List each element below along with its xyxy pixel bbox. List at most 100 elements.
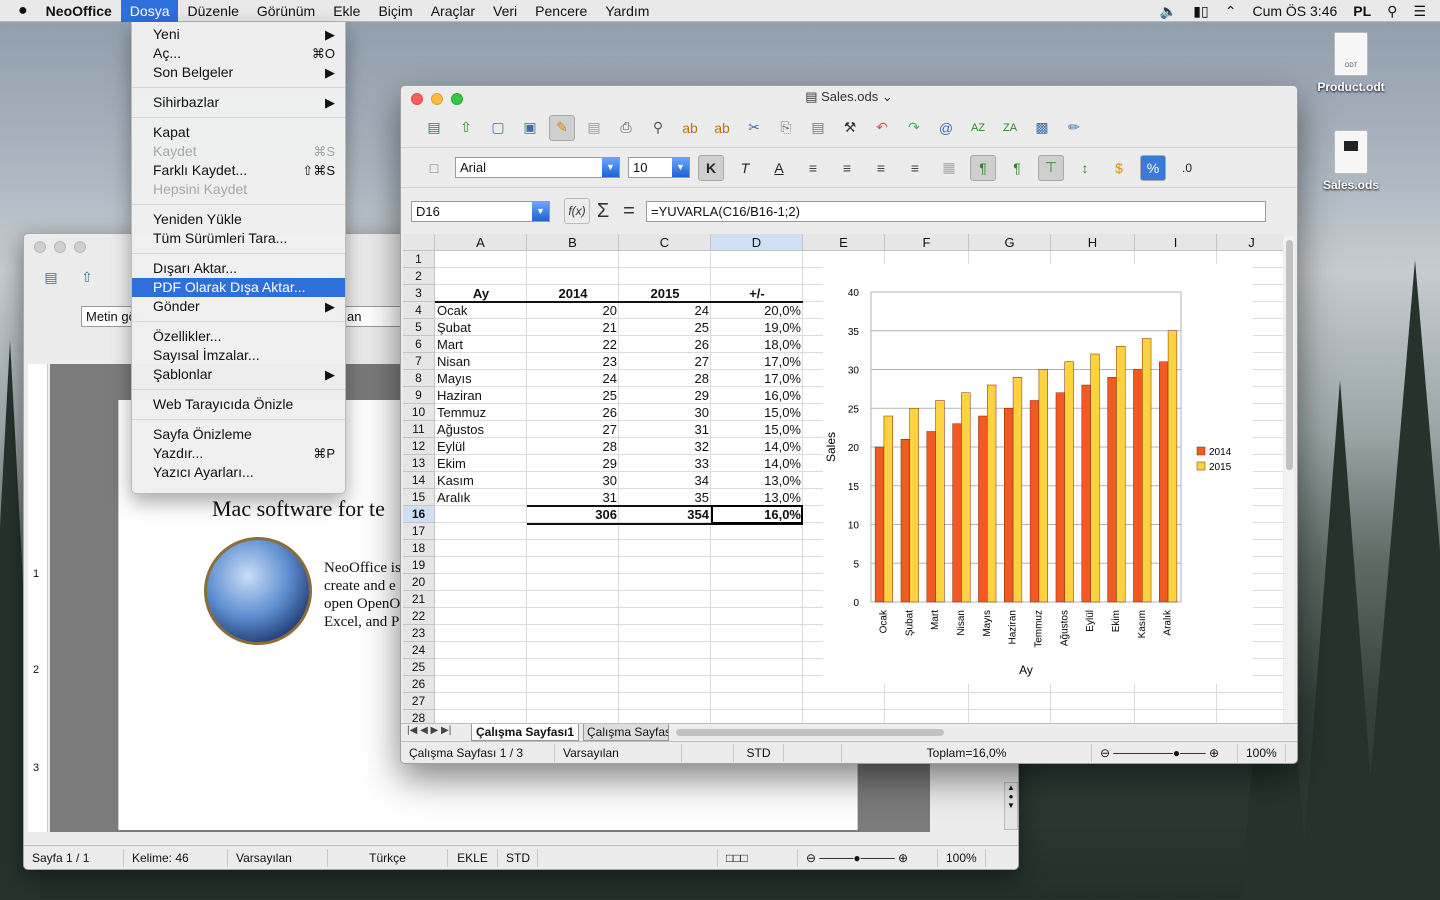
row-header-10[interactable]: 10 (403, 404, 435, 421)
row-header-21[interactable]: 21 (403, 591, 435, 608)
column-header-D[interactable]: D (711, 234, 803, 251)
spotlight-search-icon[interactable]: ⚲ (1379, 0, 1405, 22)
draw-functions-icon[interactable]: ✏ (1061, 115, 1087, 141)
row-header-15[interactable]: 15 (403, 489, 435, 506)
export-pdf-icon[interactable]: ▤ (581, 115, 607, 141)
table-cell[interactable]: 27 (619, 353, 711, 370)
table-cell[interactable]: 30 (619, 404, 711, 421)
tab-sheet-1[interactable]: Çalışma Sayfası1 (471, 724, 580, 741)
table-cell[interactable]: 18,0% (711, 336, 803, 353)
column-header-C[interactable]: C (619, 234, 711, 251)
table-cell[interactable]: Eylül (435, 438, 527, 455)
menu-item-yazıcı-ayarları[interactable]: Yazıcı Ayarları... (132, 463, 345, 482)
insert-chart-icon[interactable]: ▩ (1029, 115, 1055, 141)
currency-format-icon[interactable]: $ (1106, 155, 1132, 181)
zoom-slider[interactable]: ⊖ ────●──── ⊕ (798, 848, 938, 867)
column-header-I[interactable]: I (1135, 234, 1217, 251)
sort-ascending-icon[interactable]: AZ (965, 115, 991, 141)
table-cell[interactable]: 20 (527, 302, 619, 319)
table-cell[interactable]: 25 (619, 319, 711, 336)
column-header-H[interactable]: H (1051, 234, 1135, 251)
input-source[interactable]: PL (1345, 0, 1379, 22)
save-icon[interactable]: ▢ (485, 115, 511, 141)
table-cell[interactable]: Ocak (435, 302, 527, 319)
table-cell[interactable]: 19,0% (711, 319, 803, 336)
menu-item-sayfa-önizleme[interactable]: Sayfa Önizleme (132, 425, 345, 444)
row-header-27[interactable]: 27 (403, 693, 435, 710)
table-cell[interactable]: 24 (527, 370, 619, 387)
edit-mode-icon[interactable]: ✎ (549, 114, 575, 141)
row-header-22[interactable]: 22 (403, 608, 435, 625)
font-size-box[interactable]: 10 ▼ (628, 157, 690, 178)
table-cell[interactable]: 31 (619, 421, 711, 438)
italic-icon[interactable]: T (732, 155, 758, 181)
function-icon[interactable]: = (616, 198, 642, 224)
volume-icon[interactable]: 🔈 (1152, 0, 1185, 22)
row-header-20[interactable]: 20 (403, 574, 435, 591)
app-menu[interactable]: NeoOffice (37, 0, 121, 22)
table-cell[interactable]: 28 (527, 438, 619, 455)
menu-item-gönder[interactable]: Gönder ▶ (132, 297, 345, 316)
paste-icon[interactable]: ▤ (805, 115, 831, 141)
open-icon[interactable]: ⇧ (74, 264, 100, 290)
close-button[interactable] (411, 93, 423, 105)
left-to-right-icon[interactable]: ¶ (970, 154, 996, 181)
menu-item-kapat[interactable]: Kapat (132, 123, 345, 142)
table-cell[interactable]: 34 (619, 472, 711, 489)
column-header-J[interactable]: J (1217, 234, 1283, 251)
styles-icon[interactable]: □ (421, 155, 447, 181)
copy-icon[interactable]: ⎘ (773, 115, 799, 141)
tab-sheet-2[interactable]: Çalışma Sayfası2 (583, 724, 669, 741)
autospell-icon[interactable]: ab (709, 115, 735, 141)
column-header-E[interactable]: E (803, 234, 885, 251)
notification-center-icon[interactable]: ☰ (1405, 0, 1440, 22)
table-cell[interactable]: 14,0% (711, 455, 803, 472)
table-cell[interactable]: Aralık (435, 489, 527, 506)
row-header-23[interactable]: 23 (403, 625, 435, 642)
table-cell[interactable]: 354 (619, 506, 711, 523)
vertical-scrollbar[interactable] (1284, 236, 1294, 726)
menu-item-özellikler[interactable]: Özellikler... (132, 327, 345, 346)
table-cell[interactable]: 2014 (527, 285, 619, 302)
table-cell[interactable]: 306 (527, 506, 619, 523)
menu-item-yazdır[interactable]: Yazdır... ⌘P (132, 444, 345, 463)
zoom-level[interactable]: 100% (1238, 743, 1286, 762)
clock[interactable]: Cum ÖS 3:46 (1244, 0, 1345, 22)
column-header-G[interactable]: G (969, 234, 1051, 251)
battery-icon[interactable]: ▮▯ (1185, 0, 1216, 22)
menu-item-yeni[interactable]: Yeni ▶ (132, 25, 345, 44)
tab-nav-icons[interactable]: |◀ ◀ ▶ ▶| (407, 725, 451, 736)
menu-bicim[interactable]: Biçim (369, 0, 421, 22)
active-cell-cursor[interactable] (711, 505, 803, 524)
table-cell[interactable]: Temmuz (435, 404, 527, 421)
row-header-11[interactable]: 11 (403, 421, 435, 438)
row-header-7[interactable]: 7 (403, 353, 435, 370)
table-cell[interactable]: 15,0% (711, 421, 803, 438)
row-header-14[interactable]: 14 (403, 472, 435, 489)
menu-item-pdf-olarak-dışa-aktar[interactable]: PDF Olarak Dışa Aktar... (132, 278, 345, 297)
table-cell[interactable]: 23 (527, 353, 619, 370)
row-header-13[interactable]: 13 (403, 455, 435, 472)
row-header-19[interactable]: 19 (403, 557, 435, 574)
row-header-9[interactable]: 9 (403, 387, 435, 404)
column-header-B[interactable]: B (527, 234, 619, 251)
spellcheck-icon[interactable]: ab (677, 115, 703, 141)
page-preview-icon[interactable]: ⚲ (645, 115, 671, 141)
font-name-box[interactable]: Arial ▼ (455, 157, 620, 178)
table-cell[interactable]: 15,0% (711, 404, 803, 421)
table-cell[interactable]: 26 (619, 336, 711, 353)
menu-item-tüm-sürümleri-tara[interactable]: Tüm Sürümleri Tara... (132, 229, 345, 248)
merge-cells-icon[interactable]: ▦ (936, 155, 962, 181)
function-wizard-icon[interactable]: f(x) (564, 198, 590, 224)
page-navigation-icon[interactable]: ▲ ● ▼ (1004, 782, 1018, 830)
justify-icon[interactable]: ≡ (902, 155, 928, 181)
underline-icon[interactable]: A (766, 155, 792, 181)
new-icon[interactable]: ▤ (421, 115, 447, 141)
row-header-6[interactable]: 6 (403, 336, 435, 353)
new-document-icon[interactable]: ▤ (38, 264, 64, 290)
table-cell[interactable]: Mart (435, 336, 527, 353)
table-cell[interactable]: 24 (619, 302, 711, 319)
formula-input[interactable]: =YUVARLA(C16/B16-1;2) (646, 200, 1266, 222)
table-cell[interactable]: 27 (527, 421, 619, 438)
redo-icon[interactable]: ↷ (901, 115, 927, 141)
